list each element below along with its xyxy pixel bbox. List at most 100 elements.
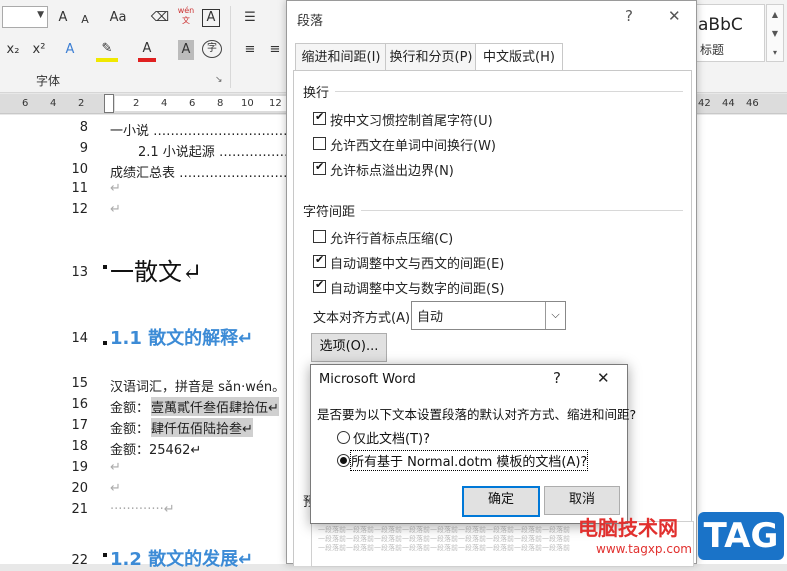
ruler-tick: 46 [746,98,759,109]
style-gallery-scroll[interactable]: ▲ ▼ ▾ [766,4,784,62]
radio-label: 仅此文档(T)? [353,432,430,447]
line-number: 10 [71,162,88,177]
ruler-tick: 8 [217,98,224,109]
line-number: 9 [79,141,88,156]
checkbox-label: 自动调整中文与数字的间距(S) [330,282,505,297]
dialog-title: 段落 [297,14,324,29]
indent-marker[interactable] [104,94,114,113]
line-number: 20 [71,481,88,496]
text-align-select[interactable]: 自动 ⌵ [411,301,566,330]
close-button[interactable]: ✕ [668,7,681,25]
align-left-icon[interactable]: ≡ [240,40,260,60]
help-button[interactable]: ? [553,369,561,387]
line-number: 11 [71,181,88,196]
checkbox-label: 按中文习惯控制首尾字符(U) [330,114,493,129]
clear-format-icon[interactable]: ⌫ [150,8,170,28]
checkbox-label: 自动调整中文与西文的间距(E) [330,257,505,272]
line-number: 21 [71,502,88,517]
paragraph-mark: ↵ [110,181,121,196]
checkbox-label: 允许行首标点压缩(C) [330,232,454,247]
watermark-url: www.tagxp.com [596,542,692,556]
checkbox-auto-space-latin[interactable]: ✔ [313,253,326,268]
ruler-tick: 42 [698,98,711,109]
superscript-button[interactable]: x² [30,40,48,60]
ruler-tick: 6 [189,98,196,109]
body-text: 金额：25462↵ [110,443,202,458]
font-size-box[interactable]: ▼ [2,6,48,28]
body-text: 汉语词汇，拼音是 sǎn·wén。 [110,380,286,395]
ruler-tick: 4 [50,98,57,109]
font-dialog-launcher-icon[interactable]: ↘ [215,75,223,85]
watermark-site-name: 电脑技术网 [578,516,678,540]
tab-asian-typography[interactable]: 中文版式(H) [475,43,563,73]
line-number: 16 [71,397,88,412]
checkbox-hanging-punct[interactable]: ✔ [313,160,326,175]
close-button[interactable]: ✕ [597,369,610,387]
tab-indent-spacing[interactable]: 缩进和间距(I) [295,43,387,72]
section-divider [361,210,683,211]
text-effect-icon[interactable]: A [60,40,80,60]
line-number: 22 [71,553,88,568]
dotted-line: ·············↵ [110,502,175,517]
radio-all-normal-docs[interactable] [337,454,350,467]
bullets-icon[interactable]: ☰ [240,8,260,28]
ruler-tick: 44 [722,98,735,109]
confirm-question: 是否要为以下文本设置段落的默认对齐方式、缩进和间距? [317,407,637,422]
radio-this-document[interactable] [337,431,350,444]
paragraph-mark: ↵ [110,202,121,217]
section-char-spacing: 字符间距 [303,205,356,220]
heading-1: 一散文↵ [110,258,203,286]
chevron-down-icon[interactable]: ⌵ [545,302,565,329]
line-number: 8 [79,120,88,135]
amount-label: 金额： [110,422,150,437]
options-button[interactable]: 选项(O)... [311,333,387,362]
align-center-icon[interactable]: ≡ [265,40,285,60]
text-align-value: 自动 [417,310,444,325]
style-gallery[interactable]: aBbC 标题 [695,4,765,62]
heading-bullet [103,341,107,345]
line-number: 15 [71,376,88,391]
text-align-label: 文本对齐方式(A): [313,311,415,326]
section-divider [335,91,683,92]
grow-font-button[interactable]: A [55,8,71,28]
preview-text: 一段落前一段落前一段落前一段落前一段落前一段落前一段落前一段落前一段落前 [318,544,570,552]
line-number: 12 [71,202,88,217]
radio-label: 所有基于 Normal.dotm 模板的文档(A)? [349,450,589,471]
line-number: 19 [71,460,88,475]
font-color-icon[interactable]: A [138,40,156,62]
ruler-tick: 4 [161,98,168,109]
enclose-char-icon[interactable]: 字 [202,40,222,58]
change-case-button[interactable]: Aa [107,8,129,28]
phonetic-guide-button[interactable]: wén 文 [176,6,196,26]
highlight-icon[interactable]: ✎ [96,40,118,62]
checkbox-latin-wrap[interactable] [313,137,326,150]
help-button[interactable]: ? [625,7,633,25]
checkbox-auto-space-number[interactable]: ✔ [313,278,326,293]
confirm-title: Microsoft Word [319,372,416,387]
checkbox-label: 允许西文在单词中间换行(W) [330,139,496,154]
style-preview: aBbC [698,15,743,35]
line-number: 17 [71,418,88,433]
subscript-button[interactable]: x₂ [4,40,22,60]
paragraph-mark: ↵ [110,460,121,475]
char-border-button[interactable]: A [202,9,220,27]
line-number: 13 [71,265,88,280]
heading-2: 1.2 散文的发展↵ [110,549,254,570]
checkbox-cjk-control[interactable]: ✔ [313,110,326,125]
tab-line-page-breaks[interactable]: 换行和分页(P) [385,43,477,72]
line-number: 18 [71,439,88,454]
char-shading-icon[interactable]: A [178,40,194,60]
heading-bullet [103,265,107,269]
ribbon-divider [230,6,231,88]
checkbox-label: 允许标点溢出边界(N) [330,164,454,179]
confirm-dialog: Microsoft Word ? ✕ 是否要为以下文本设置段落的默认对齐方式、缩… [310,364,636,524]
font-group-label: 字体 [36,74,61,88]
paragraph-mark: ↵ [110,481,121,496]
checkbox-compress-punct[interactable] [313,230,326,243]
shrink-font-button[interactable]: A [77,10,93,30]
ruler-tick: 10 [241,98,254,109]
ruler-tick: 12 [269,98,282,109]
chevron-down-icon[interactable]: ▼ [37,10,44,20]
ok-button[interactable]: 确定 [462,486,540,517]
amount-value: 壹萬貳仟叁佰肆拾伍↵ [151,397,279,416]
